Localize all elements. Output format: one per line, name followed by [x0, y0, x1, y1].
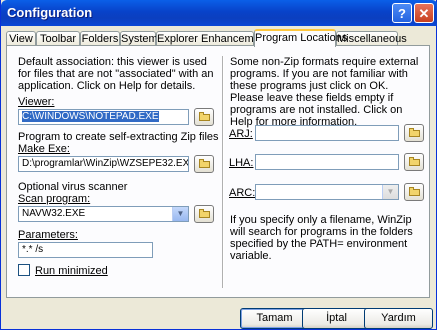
lha-field[interactable] — [255, 154, 399, 170]
parameters-field[interactable]: *.* /s — [18, 242, 153, 258]
help-title-button[interactable]: ? — [392, 3, 412, 23]
folder-icon — [409, 187, 420, 196]
viewer-label: Viewer: — [18, 96, 55, 108]
window-title: Configuration — [7, 5, 93, 20]
virus-scanner-label: Optional virus scanner — [18, 181, 128, 193]
path-search-note: If you specify only a filename, WinZip w… — [230, 214, 413, 262]
tab-folders[interactable]: Folders — [80, 31, 120, 46]
tab-view[interactable]: View — [6, 31, 36, 46]
make-exe-browse-button[interactable] — [194, 155, 214, 173]
arj-browse-button[interactable] — [404, 124, 424, 142]
arj-label: ARJ: — [229, 128, 253, 140]
help-button[interactable]: Yardım — [364, 308, 433, 329]
tab-program-locations[interactable]: Program Locations — [254, 29, 347, 47]
scan-program-label: Scan program: — [18, 193, 91, 205]
make-exe-field[interactable]: D:\programlar\WinZip\WZSEPE32.EXE — [18, 156, 189, 172]
configuration-dialog: Configuration ? ✕ View Toolbar Folders S… — [0, 0, 437, 330]
run-minimized-checkbox[interactable] — [18, 264, 30, 276]
folder-icon — [199, 159, 210, 168]
make-exe-label: Make Exe: — [18, 143, 70, 155]
folder-icon — [199, 112, 210, 121]
default-association-text: Default association: this viewer is used… — [18, 56, 214, 92]
close-button[interactable]: ✕ — [414, 3, 434, 23]
column-divider — [222, 56, 224, 288]
chevron-down-icon[interactable]: ▼ — [172, 207, 188, 221]
selfextract-label: Program to create self-extracting Zip fi… — [18, 131, 219, 143]
chevron-down-icon[interactable]: ▼ — [382, 185, 398, 199]
scan-program-combo[interactable]: NAVW32.EXE ▼ — [18, 206, 189, 222]
tab-system[interactable]: System — [120, 31, 158, 46]
folder-icon — [409, 157, 420, 166]
arc-combo[interactable]: ▼ — [255, 184, 399, 200]
lha-browse-button[interactable] — [404, 153, 424, 171]
program-locations-panel: Default association: this viewer is used… — [6, 45, 430, 298]
external-programs-intro: Some non-Zip formats require external pr… — [230, 56, 419, 128]
tab-toolbar[interactable]: Toolbar — [36, 31, 80, 46]
tab-explorer-enhancements[interactable]: Explorer Enhancements — [156, 31, 274, 46]
ok-button[interactable]: Tamam — [240, 308, 309, 329]
lha-label: LHA: — [229, 157, 254, 169]
title-bar[interactable]: Configuration ? ✕ — [1, 0, 437, 26]
cancel-button[interactable]: İptal — [302, 308, 371, 329]
parameters-label: Parameters: — [18, 229, 78, 241]
arc-browse-button[interactable] — [404, 183, 424, 201]
arc-label: ARC: — [229, 187, 256, 199]
viewer-browse-button[interactable] — [194, 108, 214, 126]
scan-program-value: NAVW32.EXE — [22, 208, 86, 219]
arj-field[interactable] — [255, 125, 399, 141]
run-minimized-label: Run minimized — [35, 265, 108, 277]
folder-icon — [199, 209, 210, 218]
viewer-field[interactable]: C:\WINDOWS\NOTEPAD.EXE — [18, 109, 189, 125]
scan-program-browse-button[interactable] — [194, 205, 214, 223]
viewer-value: C:\WINDOWS\NOTEPAD.EXE — [22, 111, 159, 122]
folder-icon — [409, 128, 420, 137]
